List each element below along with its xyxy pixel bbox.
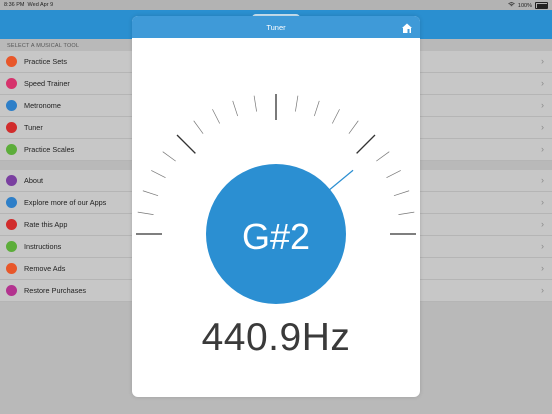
status-right: 100% xyxy=(508,2,548,9)
note-label: G#2 xyxy=(242,216,310,257)
tool-label: Tuner xyxy=(24,123,43,132)
chevron-right-icon: › xyxy=(541,241,544,251)
more-label: Instructions xyxy=(24,242,62,251)
gauge-minor-tick xyxy=(232,100,239,117)
battery-percent: 100% xyxy=(517,2,532,9)
gauge-minor-tick xyxy=(151,170,166,179)
more-label: Explore more of our Apps xyxy=(24,198,107,207)
tuner-modal: Tuner G#2 440.9Hz xyxy=(132,16,420,397)
gauge-minor-tick xyxy=(393,190,410,197)
question-icon xyxy=(6,241,17,252)
section-header: SELECT A MUSICAL TOOL xyxy=(7,43,80,49)
chevron-right-icon: › xyxy=(541,197,544,207)
chevron-right-icon: › xyxy=(541,175,544,185)
tuner-header: Tuner xyxy=(132,16,420,38)
chevron-right-icon: › xyxy=(541,263,544,273)
metronome-icon xyxy=(6,100,17,111)
home-icon[interactable] xyxy=(401,21,413,33)
gauge-minor-tick xyxy=(386,170,401,179)
status-bar: 8:36 PM Wed Apr 9 100% xyxy=(0,0,552,10)
info-icon xyxy=(6,175,17,186)
more-label: Rate this App xyxy=(24,220,68,229)
gauge-minor-tick xyxy=(142,190,159,197)
speed-trainer-icon xyxy=(6,78,17,89)
gauge-minor-tick xyxy=(348,120,359,134)
apps-icon xyxy=(6,197,17,208)
wifi-icon xyxy=(508,2,515,9)
chevron-right-icon: › xyxy=(541,144,544,154)
practice-sets-icon xyxy=(6,56,17,67)
gauge-minor-tick xyxy=(331,109,340,124)
gauge-minor-tick xyxy=(162,151,176,162)
tool-label: Speed Trainer xyxy=(24,79,70,88)
gauge-minor-tick xyxy=(376,151,390,162)
status-date: Wed Apr 9 xyxy=(27,2,54,8)
practice-scales-icon xyxy=(6,144,17,155)
chevron-right-icon: › xyxy=(541,56,544,66)
gauge-minor-tick xyxy=(193,120,204,134)
gauge-minor-tick xyxy=(398,211,415,215)
status-time-date: 8:36 PM Wed Apr 9 xyxy=(4,2,53,8)
chevron-right-icon: › xyxy=(541,122,544,132)
gauge-major-tick xyxy=(356,134,376,154)
tuner-title: Tuner xyxy=(266,23,286,32)
star-icon xyxy=(6,219,17,230)
chevron-right-icon: › xyxy=(541,219,544,229)
tuner-gauge: G#2 xyxy=(136,94,416,304)
status-time: 8:36 PM xyxy=(4,2,25,8)
gauge-minor-tick xyxy=(137,211,154,215)
gauge-minor-tick xyxy=(212,109,221,124)
remove-ads-icon xyxy=(6,263,17,274)
more-label: Restore Purchases xyxy=(24,286,87,295)
gauge-minor-tick xyxy=(253,95,257,112)
battery-icon xyxy=(535,2,548,9)
tuner-icon xyxy=(6,122,17,133)
more-label: About xyxy=(24,176,44,185)
chevron-right-icon: › xyxy=(541,78,544,88)
gauge-minor-tick xyxy=(313,100,320,117)
gauge-minor-tick xyxy=(295,95,299,112)
restore-icon xyxy=(6,285,17,296)
gauge-major-tick xyxy=(176,134,196,154)
more-label: Remove Ads xyxy=(24,264,66,273)
tool-label: Practice Sets xyxy=(24,57,67,66)
chevron-right-icon: › xyxy=(541,285,544,295)
chevron-right-icon: › xyxy=(541,100,544,110)
tool-label: Practice Scales xyxy=(24,145,75,154)
frequency-readout: 440.9Hz xyxy=(201,316,351,359)
tool-label: Metronome xyxy=(24,101,61,110)
